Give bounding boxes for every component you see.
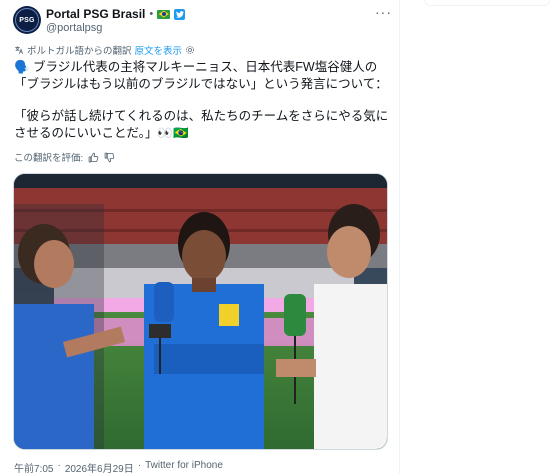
right-sidebar-box: [424, 0, 550, 6]
avatar-ring: PSG: [15, 8, 39, 32]
tweet-card: PSG Portal PSG Brasil • @portalpsg ··· ポ…: [0, 0, 400, 474]
display-name[interactable]: Portal PSG Brasil: [46, 7, 145, 21]
translation-bar: ポルトガル語からの翻訳 原文を表示: [14, 43, 195, 57]
footer-dot-1: ·: [57, 460, 61, 471]
translate-icon: [15, 46, 23, 54]
more-options-button[interactable]: ···: [375, 4, 392, 20]
thumbs-down-icon[interactable]: [104, 152, 115, 163]
tweet-line-2: 「彼らが話し続けてくれるのは、私たちのチームをさらにやる気にさせるのにいいことだ…: [14, 109, 389, 140]
tweet-date[interactable]: 2026年6月29日: [65, 460, 134, 474]
show-original-link[interactable]: 原文を表示: [135, 43, 183, 57]
tweet-line-1: 🗣️ ブラジル代表の主将マルキーニョス、日本代表FW塩谷健人の「ブラジルはもう以…: [14, 60, 388, 91]
rate-label: この翻訳を評価:: [14, 153, 84, 164]
rate-translation: この翻訳を評価:: [14, 151, 115, 164]
brazil-flag-icon: [157, 9, 171, 19]
translation-label: ポルトガル語からの翻訳: [27, 46, 132, 57]
gear-icon[interactable]: [185, 45, 195, 55]
tweet-text: 🗣️ ブラジル代表の主将マルキーニョス、日本代表FW塩谷健人の「ブラジルはもう以…: [14, 59, 392, 141]
name-row: Portal PSG Brasil •: [46, 7, 186, 21]
tweet-footer: 午前7:05 · 2026年6月29日 · Twitter for iPhone: [14, 460, 223, 474]
name-separator: •: [149, 8, 154, 20]
tweet-time[interactable]: 午前7:05: [14, 460, 53, 474]
thumbs-up-icon[interactable]: [88, 152, 99, 163]
avatar[interactable]: PSG: [13, 6, 41, 34]
twitter-badge-icon: [174, 8, 186, 20]
twitter-bird-icon: [175, 10, 184, 18]
avatar-text: PSG: [19, 16, 35, 24]
footer-dot-2: ·: [137, 460, 142, 471]
tweet-media-photo[interactable]: [13, 173, 388, 450]
tweet-source: Twitter for iPhone: [145, 460, 223, 471]
interview-photo: [14, 174, 387, 449]
user-handle[interactable]: @portalpsg: [46, 22, 102, 34]
